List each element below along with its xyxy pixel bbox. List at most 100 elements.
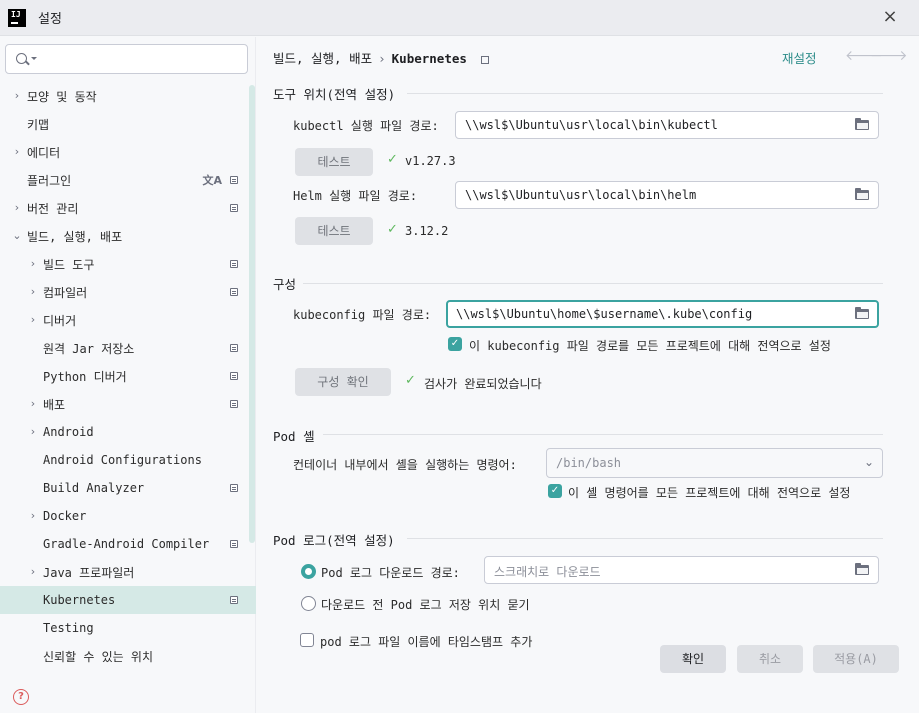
chevron-right-icon[interactable]: › bbox=[27, 258, 39, 270]
ask-location-radio[interactable] bbox=[301, 596, 316, 611]
sidebar-item[interactable]: Python 디버거 bbox=[0, 362, 256, 390]
helm-path-value[interactable]: \\wsl$\Ubuntu\usr\local\bin\helm bbox=[465, 188, 696, 202]
sidebar-item-label: Docker bbox=[43, 509, 87, 523]
helm-path-label: Helm 실행 파일 경로: bbox=[293, 189, 418, 203]
section-divider bbox=[303, 283, 883, 284]
kubeconfig-path-label: kubeconfig 파일 경로: bbox=[293, 308, 432, 322]
kubeconfig-path-field[interactable]: \\wsl$\Ubuntu\home\$username\.kube\confi… bbox=[446, 300, 879, 328]
settings-main: 빌드, 실행, 배포 › Kubernetes 재설정 🡐 🡒 도구 위치(전역 설… bbox=[257, 37, 919, 713]
ask-location-label[interactable]: 다운로드 전 Pod 로그 저장 위치 묻기 bbox=[321, 596, 530, 613]
ok-button[interactable]: 확인 bbox=[660, 645, 726, 673]
breadcrumb: 빌드, 실행, 배포 › Kubernetes bbox=[273, 48, 489, 67]
verify-config-button[interactable]: 구성 확인 bbox=[295, 368, 391, 396]
sidebar-item[interactable]: › Java 프로파일러 bbox=[0, 558, 256, 586]
sidebar-item[interactable]: Kubernetes bbox=[0, 586, 256, 614]
sidebar-item-label: Gradle-Android Compiler bbox=[43, 537, 210, 551]
sidebar-item-label: 빌드 도구 bbox=[43, 257, 95, 272]
sidebar-item-label: 모양 및 동작 bbox=[27, 89, 97, 104]
folder-icon[interactable] bbox=[855, 563, 869, 575]
chevron-right-icon[interactable]: › bbox=[11, 146, 23, 158]
forward-arrow-icon[interactable]: 🡒 bbox=[870, 47, 908, 64]
help-icon[interactable]: ? bbox=[13, 689, 29, 705]
timestamp-checkbox[interactable] bbox=[300, 633, 314, 647]
sidebar-item[interactable]: Build Analyzer bbox=[0, 474, 256, 502]
chevron-right-icon[interactable]: › bbox=[27, 314, 39, 326]
sidebar-item[interactable]: ⌄ 빌드, 실행, 배포 bbox=[0, 222, 256, 250]
search-icon bbox=[16, 53, 37, 64]
sidebar-item[interactable]: › 빌드 도구 bbox=[0, 250, 256, 278]
sidebar-item[interactable]: › 컴파일러 bbox=[0, 278, 256, 306]
download-path-radio[interactable] bbox=[301, 564, 316, 579]
sidebar-item[interactable]: › 배포 bbox=[0, 390, 256, 418]
sidebar-item[interactable]: › 에디터 bbox=[0, 138, 256, 166]
kubectl-path-value[interactable]: \\wsl$\Ubuntu\usr\local\bin\kubectl bbox=[465, 118, 718, 132]
verify-result: 검사가 완료되었습니다 bbox=[424, 377, 542, 391]
sidebar-item[interactable]: 원격 Jar 저장소 bbox=[0, 334, 256, 362]
cancel-button[interactable]: 취소 bbox=[737, 645, 803, 673]
sidebar-item[interactable]: Gradle-Android Compiler bbox=[0, 530, 256, 558]
kubeconfig-global-label[interactable]: 이 kubeconfig 파일 경로를 모든 프로젝트에 대해 전역으로 설정 bbox=[469, 337, 831, 354]
check-icon: ✓ bbox=[387, 222, 398, 237]
check-icon: ✓ bbox=[405, 373, 416, 388]
sidebar-item[interactable]: › 디버거 bbox=[0, 306, 256, 334]
chevron-right-icon[interactable]: › bbox=[11, 202, 23, 214]
chevron-right-icon[interactable]: › bbox=[27, 286, 39, 298]
shell-command-value[interactable]: /bin/bash bbox=[556, 456, 621, 470]
sidebar-item[interactable]: › Android bbox=[0, 418, 256, 446]
chevron-down-icon[interactable]: ⌄ bbox=[864, 455, 874, 469]
folder-icon[interactable] bbox=[855, 307, 869, 319]
shell-command-select[interactable]: /bin/bash ⌄ bbox=[546, 448, 883, 478]
sidebar-item-label: Android bbox=[43, 425, 94, 439]
shell-command-label: 컨테이너 내부에서 셸을 실행하는 명령어: bbox=[293, 458, 517, 472]
title-bar: IJ 설정 × bbox=[0, 0, 919, 36]
sidebar-item[interactable]: 신뢰할 수 있는 위치 bbox=[0, 642, 256, 670]
shell-global-checkbox[interactable]: ✓ bbox=[548, 484, 562, 498]
chevron-right-icon[interactable]: › bbox=[11, 90, 23, 102]
close-icon[interactable]: × bbox=[881, 8, 899, 26]
helm-path-field[interactable]: \\wsl$\Ubuntu\usr\local\bin\helm bbox=[455, 181, 879, 209]
section-divider bbox=[323, 434, 883, 435]
sidebar-item[interactable]: › Docker bbox=[0, 502, 256, 530]
sidebar-item[interactable]: 키맵 bbox=[0, 110, 256, 138]
timestamp-label[interactable]: pod 로그 파일 이름에 타임스탬프 추가 bbox=[320, 633, 532, 650]
sidebar-item-label: 배포 bbox=[43, 397, 66, 412]
lock-icon bbox=[480, 55, 489, 64]
download-path-placeholder[interactable]: 스크래치로 다운로드 bbox=[494, 563, 601, 580]
sidebar-item[interactable]: › 버전 관리 bbox=[0, 194, 256, 222]
sidebar-item-label: 플러그인 bbox=[27, 173, 72, 188]
search-input[interactable] bbox=[5, 44, 248, 74]
sidebar-item[interactable]: › 모양 및 동작 bbox=[0, 82, 256, 110]
section-title-pod-shell: Pod 셸 bbox=[273, 429, 315, 444]
breadcrumb-current: Kubernetes bbox=[391, 51, 467, 66]
sidebar-item[interactable]: Testing bbox=[0, 614, 256, 642]
chevron-right-icon[interactable]: › bbox=[27, 566, 39, 578]
sidebar-item[interactable]: Android Configurations bbox=[0, 446, 256, 474]
kubeconfig-path-value[interactable]: \\wsl$\Ubuntu\home\$username\.kube\confi… bbox=[456, 307, 752, 321]
helm-test-button[interactable]: 테스트 bbox=[295, 217, 373, 245]
reset-link[interactable]: 재설정 bbox=[782, 48, 817, 67]
folder-icon[interactable] bbox=[855, 188, 869, 200]
kubeconfig-global-checkbox[interactable]: ✓ bbox=[448, 337, 462, 351]
lock-icon bbox=[230, 260, 238, 268]
lock-icon bbox=[230, 204, 238, 212]
check-icon: ✓ bbox=[387, 152, 398, 167]
download-path-field[interactable]: 스크래치로 다운로드 bbox=[484, 556, 879, 584]
chevron-down-icon[interactable]: ⌄ bbox=[11, 230, 23, 242]
sidebar-scrollbar[interactable] bbox=[249, 85, 255, 543]
sidebar-item[interactable]: 플러그인 文A bbox=[0, 166, 256, 194]
chevron-right-icon[interactable]: › bbox=[27, 426, 39, 438]
section-title-tools: 도구 위치(전역 설정) bbox=[273, 87, 396, 102]
breadcrumb-parent[interactable]: 빌드, 실행, 배포 bbox=[273, 51, 372, 66]
folder-icon[interactable] bbox=[855, 118, 869, 130]
apply-button[interactable]: 적용(A) bbox=[813, 645, 899, 673]
sidebar-item-label: 에디터 bbox=[27, 145, 61, 160]
chevron-right-icon[interactable]: › bbox=[27, 510, 39, 522]
lock-icon bbox=[230, 596, 238, 604]
shell-global-label[interactable]: 이 셸 명령어를 모든 프로젝트에 대해 전역으로 설정 bbox=[568, 484, 850, 501]
lock-icon bbox=[230, 372, 238, 380]
kubectl-path-field[interactable]: \\wsl$\Ubuntu\usr\local\bin\kubectl bbox=[455, 111, 879, 139]
chevron-right-icon[interactable]: › bbox=[27, 398, 39, 410]
sidebar-item-label: 키맵 bbox=[27, 117, 50, 132]
kubectl-test-button[interactable]: 테스트 bbox=[295, 148, 373, 176]
download-path-label[interactable]: Pod 로그 다운로드 경로: bbox=[321, 564, 460, 581]
